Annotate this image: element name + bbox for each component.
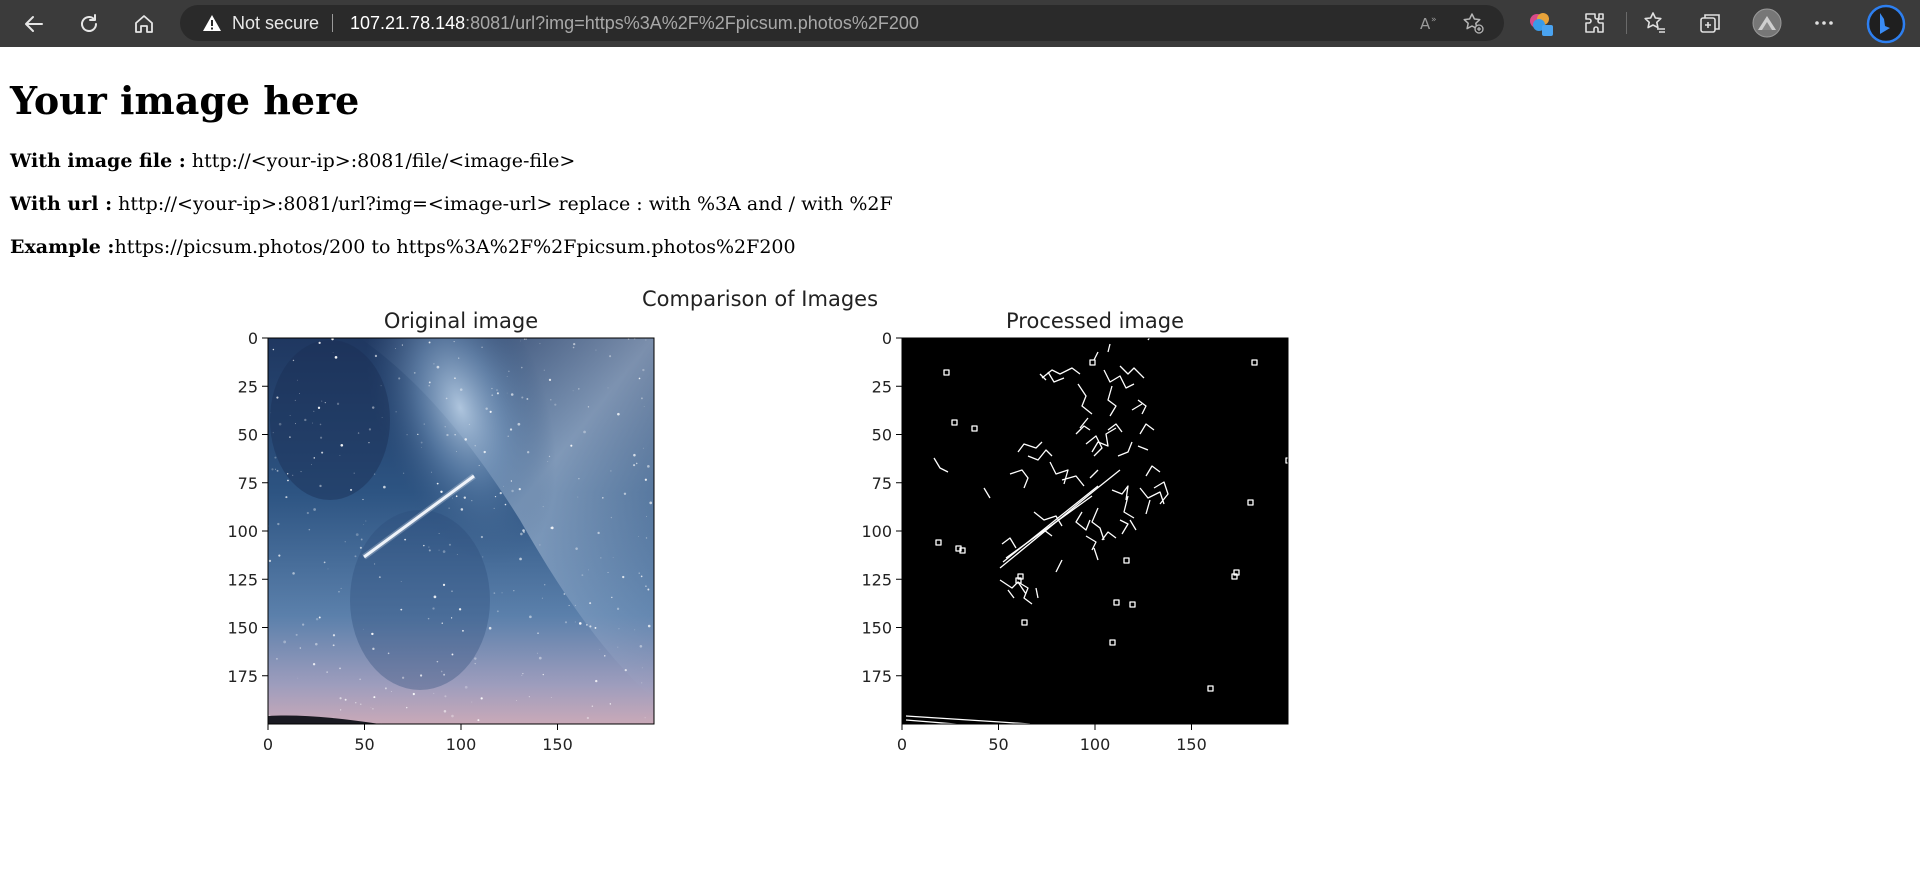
processed-image-panel: Processed image 0 50 100 150 0 25 50 75 100 125 15… bbox=[861, 309, 1292, 754]
security-status[interactable]: Not secure bbox=[232, 5, 319, 41]
processed-ytick-label: 125 bbox=[861, 570, 892, 589]
svg-text:A: A bbox=[1420, 15, 1431, 33]
browser-toolbar: Not secure 107.21.78.148:8081/url?img=ht… bbox=[0, 0, 1920, 47]
original-xtick-label: 50 bbox=[354, 735, 374, 754]
page-title: Your image here bbox=[10, 78, 360, 123]
processed-ytick-label: 25 bbox=[872, 377, 892, 396]
refresh-icon bbox=[81, 14, 97, 32]
processed-xtick-label: 150 bbox=[1176, 735, 1207, 754]
image-file-label: With image file : bbox=[10, 150, 186, 172]
original-ytick-label: 50 bbox=[238, 426, 258, 445]
processed-ytick-label: 50 bbox=[872, 426, 892, 445]
processed-xtick-label: 100 bbox=[1080, 735, 1111, 754]
image-file-instruction: With image file : http://<your-ip>:8081/… bbox=[10, 150, 575, 172]
favorites-icon[interactable] bbox=[1643, 11, 1667, 35]
example-label: Example : bbox=[10, 236, 115, 258]
processed-ytick-label: 150 bbox=[861, 619, 892, 638]
url-instruction: With url : http://<your-ip>:8081/url?img… bbox=[10, 193, 893, 215]
processed-image-title: Processed image bbox=[1006, 309, 1184, 333]
processed-ytick-label: 75 bbox=[872, 474, 892, 493]
refresh-button[interactable] bbox=[71, 6, 107, 42]
original-image-panel: Original image 0 50 100 150 0 25 50 75 100 125 150… bbox=[227, 309, 655, 754]
url-host: 107.21.78.148 bbox=[350, 13, 466, 33]
bing-icon[interactable] bbox=[1866, 4, 1906, 44]
processed-axes-frame bbox=[901, 337, 1289, 725]
home-icon bbox=[135, 15, 153, 33]
original-ytick-label: 125 bbox=[227, 570, 258, 589]
collections-icon[interactable] bbox=[1698, 11, 1722, 35]
address-divider bbox=[332, 14, 333, 32]
url-path: :8081/url?img=https%3A%2F%2Fpicsum.photo… bbox=[465, 13, 919, 33]
original-ytick-label: 150 bbox=[227, 619, 258, 638]
svg-text:»: » bbox=[1431, 15, 1437, 25]
original-image bbox=[268, 338, 654, 724]
example-text: https://picsum.photos/200 to https%3A%2F… bbox=[114, 236, 796, 258]
warning-icon bbox=[203, 15, 221, 31]
original-ytick-label: 0 bbox=[248, 329, 258, 348]
processed-xtick-label: 0 bbox=[897, 735, 907, 754]
figure-suptitle: Comparison of Images bbox=[642, 287, 878, 311]
processed-xtick-label: 50 bbox=[988, 735, 1008, 754]
comparison-figure: Comparison of Images Original image 0 50 1… bbox=[227, 287, 1292, 754]
copilot-icon[interactable] bbox=[1528, 11, 1554, 37]
original-xtick-label: 100 bbox=[446, 735, 477, 754]
read-aloud-icon[interactable]: A» bbox=[1418, 12, 1440, 34]
original-axes-frame bbox=[267, 337, 655, 725]
processed-image bbox=[902, 333, 1292, 727]
original-image-title: Original image bbox=[384, 309, 538, 333]
original-xtick-label: 0 bbox=[263, 735, 273, 754]
original-ytick-label: 100 bbox=[227, 522, 258, 541]
url-template: http://<your-ip>:8081/url?img=<image-url… bbox=[112, 193, 893, 215]
image-file-url: http://<your-ip>:8081/file/<image-file> bbox=[185, 150, 576, 172]
original-xtick-label: 150 bbox=[542, 735, 573, 754]
toolbar-divider bbox=[1626, 12, 1627, 34]
example-instruction: Example :https://picsum.photos/200 to ht… bbox=[10, 236, 796, 258]
back-button[interactable] bbox=[16, 6, 52, 42]
more-icon[interactable] bbox=[1812, 11, 1836, 35]
original-ytick-label: 25 bbox=[238, 377, 258, 396]
processed-ytick-label: 0 bbox=[882, 329, 892, 348]
extensions-icon[interactable] bbox=[1583, 11, 1607, 35]
add-favorite-icon[interactable] bbox=[1462, 12, 1484, 34]
back-arrow-icon bbox=[25, 16, 43, 32]
processed-ytick-label: 175 bbox=[861, 667, 892, 686]
url-label: With url : bbox=[10, 193, 113, 215]
processed-ytick-label: 100 bbox=[861, 522, 892, 541]
address-bar[interactable]: Not secure 107.21.78.148:8081/url?img=ht… bbox=[180, 5, 1504, 41]
url-text[interactable]: 107.21.78.148:8081/url?img=https%3A%2F%2… bbox=[350, 5, 919, 41]
original-ytick-label: 75 bbox=[238, 474, 258, 493]
original-ytick-label: 175 bbox=[227, 667, 258, 686]
home-button[interactable] bbox=[126, 6, 162, 42]
profile-avatar-icon[interactable] bbox=[1752, 8, 1782, 38]
